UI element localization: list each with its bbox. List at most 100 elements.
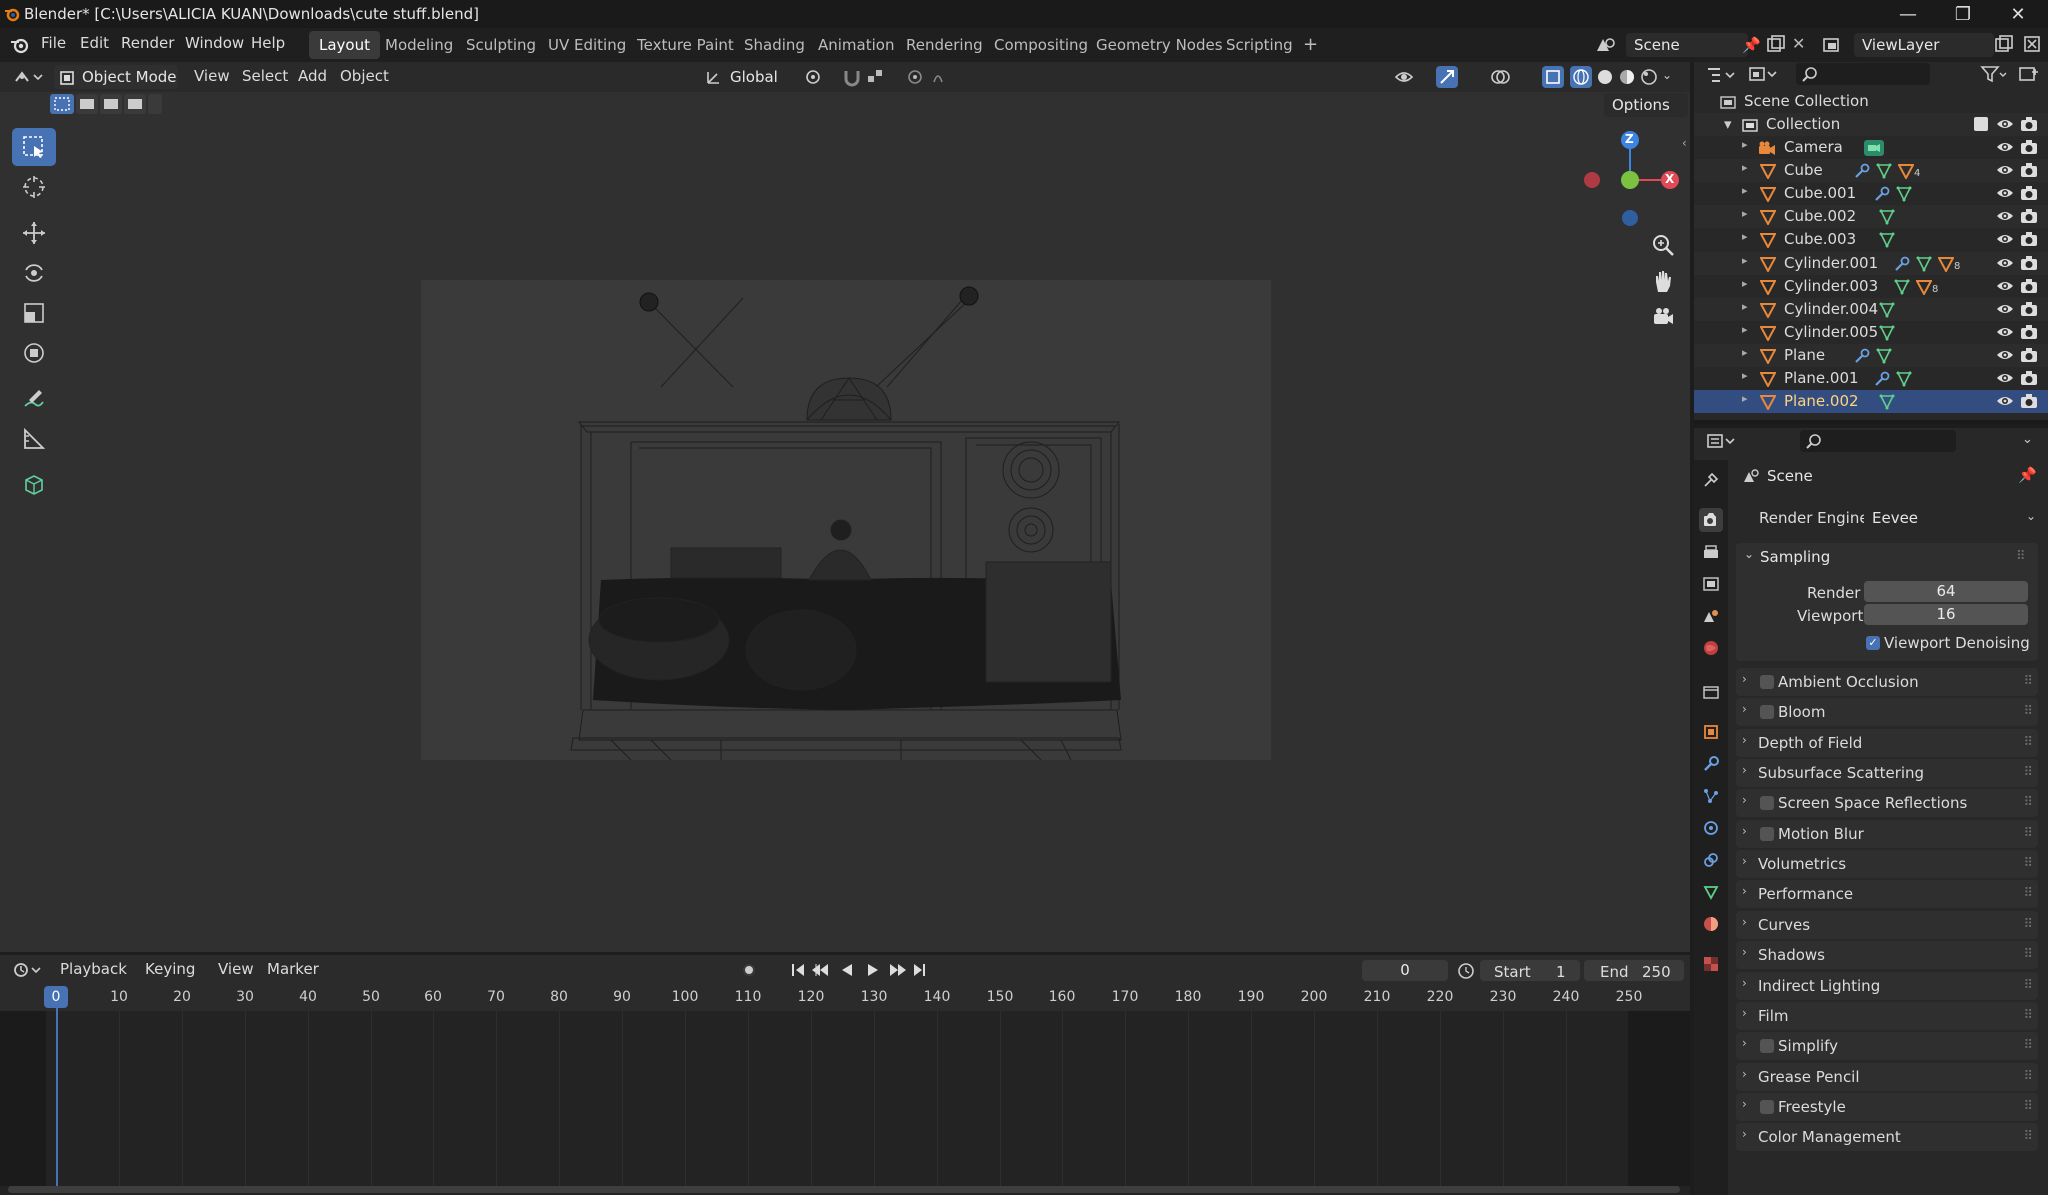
panel-drag-handle[interactable]: ⠿ <box>2023 1069 2032 1084</box>
output-tab-icon[interactable] <box>1699 540 1723 564</box>
visibility-eye-icon[interactable] <box>1996 302 2014 316</box>
measure-tool[interactable] <box>12 420 56 458</box>
render-camera-icon[interactable] <box>2020 393 2038 409</box>
viewport-menu-view[interactable]: View <box>194 67 230 85</box>
exclude-checkbox[interactable] <box>1974 117 1988 131</box>
panel-performance[interactable]: › Performance ⠿ <box>1736 880 2038 908</box>
sampling-collapse-icon[interactable]: ⌄ <box>1744 547 1754 561</box>
viewport-menu-add[interactable]: Add <box>298 67 327 85</box>
panel-drag-handle[interactable]: ⠿ <box>2023 1129 2032 1144</box>
tab-modeling[interactable]: Modeling <box>375 31 463 59</box>
pan-hand-icon[interactable] <box>1650 268 1676 294</box>
snap-target-icon[interactable] <box>866 68 894 86</box>
selection-mode-icons[interactable] <box>50 94 162 114</box>
expand-chevron-icon[interactable]: › <box>1742 1127 1747 1141</box>
select-box-tool[interactable] <box>12 128 56 166</box>
panel-bloom[interactable]: › Bloom ⠿ <box>1736 698 2038 726</box>
gizmo-toggle-icon[interactable] <box>1436 66 1466 88</box>
panel-simplify[interactable]: › Simplify ⠿ <box>1736 1032 2038 1060</box>
render-camera-icon[interactable] <box>2020 116 2038 132</box>
expand-chevron-icon[interactable]: › <box>1742 672 1747 686</box>
blender-menu-icon[interactable] <box>10 36 30 54</box>
panel-enable-checkbox[interactable] <box>1760 1100 1774 1114</box>
view-layer-tab-icon[interactable] <box>1699 572 1723 596</box>
expand-chevron-icon[interactable]: › <box>1742 945 1747 959</box>
render-engine-dropdown[interactable]: Eevee <box>1864 506 2038 530</box>
timeline-menu-playback[interactable]: Playback <box>60 960 127 978</box>
visibility-eye-icon[interactable] <box>1996 232 2014 246</box>
panel-drag-handle[interactable]: ⠿ <box>2023 947 2032 962</box>
panel-ambient-occlusion[interactable]: › Ambient Occlusion ⠿ <box>1736 668 2038 696</box>
timeline-menu-view[interactable]: View <box>218 960 254 978</box>
minimize-icon[interactable]: — <box>1880 0 1936 28</box>
expand-chevron-icon[interactable]: ▸ <box>1742 184 1748 197</box>
particles-tab-icon[interactable] <box>1699 784 1723 808</box>
modifier-tab-icon[interactable] <box>1699 752 1723 776</box>
panel-enable-checkbox[interactable] <box>1760 796 1774 810</box>
panel-enable-checkbox[interactable] <box>1760 827 1774 841</box>
panel-subsurface-scattering[interactable]: › Subsurface Scattering ⠿ <box>1736 759 2038 787</box>
menu-window[interactable]: Window <box>185 34 244 52</box>
timeline-menu-keying[interactable]: Keying <box>145 960 195 978</box>
visibility-eye-icon[interactable] <box>1996 279 2014 293</box>
tab-geometry-nodes[interactable]: Geometry Nodes <box>1086 31 1233 59</box>
expand-chevron-icon[interactable]: ▸ <box>1742 392 1748 405</box>
panel-film[interactable]: › Film ⠿ <box>1736 1002 2038 1030</box>
expand-chevron-icon[interactable]: ▸ <box>1742 300 1748 313</box>
outliner-row-plane-002[interactable]: ▸ Plane.002 <box>1694 390 2048 413</box>
scene-selector-icon[interactable] <box>1594 35 1620 55</box>
xray-toggle-icon[interactable] <box>1542 66 1564 88</box>
outliner-editor-type-icon[interactable] <box>1706 66 1738 84</box>
panel-volumetrics[interactable]: › Volumetrics ⠿ <box>1736 850 2038 878</box>
menu-render[interactable]: Render <box>121 34 174 52</box>
outliner-row-cylinder-001[interactable]: ▸ Cylinder.001 8 <box>1694 252 2048 275</box>
world-tab-icon[interactable] <box>1699 636 1723 660</box>
expand-chevron-icon[interactable]: ▸ <box>1742 207 1748 220</box>
tab-rendering[interactable]: Rendering <box>896 31 993 59</box>
panel-drag-handle[interactable]: ⠿ <box>2023 1099 2032 1114</box>
modifier-icon[interactable] <box>1874 371 1890 387</box>
render-camera-icon[interactable] <box>2020 301 2038 317</box>
panel-motion-blur[interactable]: › Motion Blur ⠿ <box>1736 820 2038 848</box>
selectability-icon[interactable] <box>1394 67 1424 87</box>
material-preview-icon[interactable] <box>1616 66 1638 88</box>
panel-drag-handle[interactable]: ⠿ <box>2023 735 2032 750</box>
rendered-shading-icon[interactable] <box>1638 66 1660 88</box>
render-samples-field[interactable]: 64 <box>1864 581 2028 602</box>
material-icon[interactable] <box>1898 163 1914 179</box>
material-icon[interactable] <box>1916 279 1932 295</box>
mesh-data-icon[interactable] <box>1876 348 1892 364</box>
panel-drag-handle[interactable]: ⠿ <box>2023 1008 2032 1023</box>
expand-chevron-icon[interactable]: › <box>1742 915 1747 929</box>
modifier-icon[interactable] <box>1854 163 1870 179</box>
outliner-row-cube[interactable]: ▸ Cube 4 <box>1694 159 2048 182</box>
visibility-eye-icon[interactable] <box>1996 163 2014 177</box>
visibility-eye-icon[interactable] <box>1996 186 2014 200</box>
render-camera-icon[interactable] <box>2020 255 2038 271</box>
modifier-icon[interactable] <box>1854 348 1870 364</box>
expand-chevron-icon[interactable]: ▸ <box>1742 277 1748 290</box>
scene-tab-icon[interactable] <box>1699 604 1723 628</box>
playhead-line[interactable] <box>56 1008 58 1186</box>
data-tab-icon[interactable] <box>1699 880 1723 904</box>
close-icon[interactable]: ✕ <box>1990 0 2046 28</box>
scale-tool[interactable] <box>12 294 56 332</box>
area-divider[interactable] <box>1694 420 2048 424</box>
outliner-row-scene-collection[interactable]: Scene Collection <box>1694 90 2048 113</box>
expand-chevron-icon[interactable]: › <box>1742 884 1747 898</box>
visibility-eye-icon[interactable] <box>1996 371 2014 385</box>
add-cube-tool[interactable] <box>12 466 56 504</box>
camera-view-icon[interactable] <box>1650 304 1676 330</box>
collection-tab-icon[interactable] <box>1699 680 1723 704</box>
panel-indirect-lighting[interactable]: › Indirect Lighting ⠿ <box>1736 972 2038 1000</box>
zoom-icon[interactable] <box>1650 232 1676 258</box>
viewport-menu-object[interactable]: Object <box>340 67 389 85</box>
transform-orientation-dropdown[interactable]: Global <box>722 65 794 89</box>
mesh-data-icon[interactable] <box>1896 186 1912 202</box>
render-camera-icon[interactable] <box>2020 278 2038 294</box>
tab-animation[interactable]: Animation <box>808 31 904 59</box>
render-camera-icon[interactable] <box>2020 185 2038 201</box>
expand-chevron-icon[interactable]: › <box>1742 1036 1747 1050</box>
render-camera-icon[interactable] <box>2020 324 2038 340</box>
mesh-data-icon[interactable] <box>1876 163 1892 179</box>
